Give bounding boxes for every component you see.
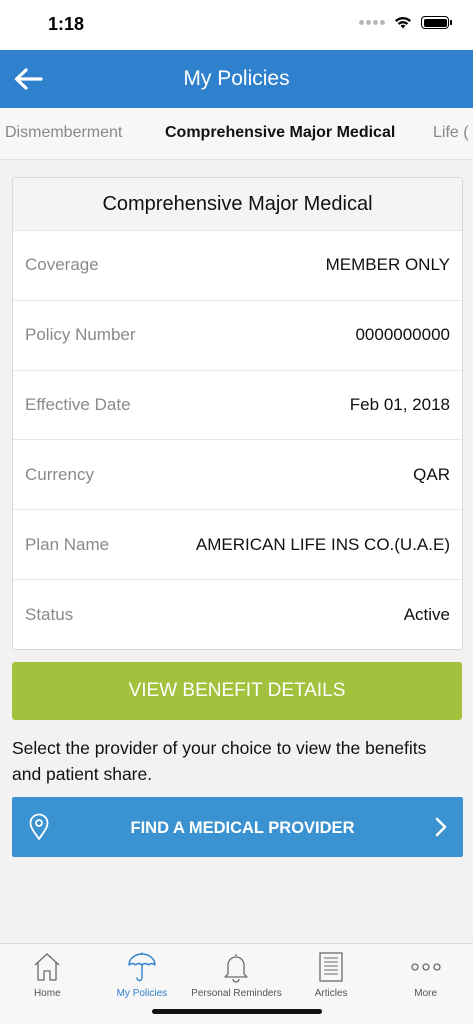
row-value: Feb 01, 2018: [349, 394, 450, 414]
provider-info-text: Select the provider of your choice to vi…: [12, 738, 427, 784]
policy-title: Comprehensive Major Medical: [13, 178, 462, 231]
home-icon: [32, 950, 62, 984]
row-label: Currency: [25, 464, 94, 484]
nav-more-label: More: [414, 988, 438, 999]
row-value: QAR: [413, 464, 450, 484]
row-value: AMERICAN LIFE INS CO.(U.A.E): [195, 534, 450, 554]
page-title: My Policies: [183, 67, 290, 90]
umbrella-icon: [127, 950, 157, 984]
find-medical-provider-label: FIND A MEDICAL PROVIDER: [130, 819, 355, 837]
find-medical-provider-button[interactable]: FIND A MEDICAL PROVIDER: [12, 797, 463, 857]
nav-home[interactable]: Home: [0, 944, 95, 1004]
tab-life[interactable]: Life (: [433, 124, 469, 142]
more-icon: [409, 950, 443, 984]
row-value: MEMBER ONLY: [325, 255, 450, 275]
battery-icon: [421, 16, 452, 29]
nav-personal-reminders[interactable]: Personal Reminders: [189, 944, 284, 1004]
nav-articles[interactable]: Articles: [284, 944, 379, 1004]
row-label: Status: [25, 604, 74, 624]
policy-row-effective-date: Effective Date Feb 01, 2018: [13, 371, 462, 441]
status-time: 1:18: [48, 14, 85, 34]
policy-row-currency: Currency QAR: [13, 440, 462, 511]
tab-dismemberment[interactable]: Dismemberment: [5, 124, 122, 142]
bell-icon: [221, 950, 251, 984]
nav-more[interactable]: More: [378, 944, 473, 1004]
signal-icon: [359, 20, 385, 25]
row-label: Effective Date: [25, 394, 131, 414]
nav-articles-label: Articles: [314, 988, 348, 999]
tab-comprehensive-major-medical[interactable]: Comprehensive Major Medical: [165, 124, 395, 142]
row-value: Active: [403, 604, 450, 624]
policy-tabs: Dismemberment Comprehensive Major Medica…: [0, 108, 473, 160]
nav-my-policies-label: My Policies: [116, 988, 168, 999]
row-value: 0000000000: [355, 325, 450, 345]
row-label: Coverage: [25, 255, 99, 275]
view-benefit-details-button[interactable]: VIEW BENEFIT DETAILS: [12, 662, 462, 720]
policy-row-status: Status Active: [13, 580, 462, 649]
nav-my-policies[interactable]: My Policies: [95, 944, 190, 1004]
home-indicator: [152, 1009, 322, 1014]
nav-personal-reminders-label: Personal Reminders: [191, 988, 282, 999]
policy-row-plan-name: Plan Name AMERICAN LIFE INS CO.(U.A.E): [13, 510, 462, 580]
wifi-icon: [395, 16, 411, 29]
policy-row-policy-number: Policy Number 0000000000: [13, 301, 462, 371]
article-icon: [316, 950, 346, 984]
nav-home-label: Home: [33, 988, 61, 999]
policy-row-coverage: Coverage MEMBER ONLY: [13, 231, 462, 301]
chevron-right-icon: [435, 817, 447, 842]
status-bar: 1:18: [0, 0, 473, 50]
status-icons: [359, 16, 452, 29]
app-header: My Policies: [0, 50, 473, 108]
row-label: Plan Name: [25, 534, 110, 554]
policy-card: Comprehensive Major Medical Coverage MEM…: [12, 177, 463, 650]
row-label: Policy Number: [25, 325, 136, 345]
